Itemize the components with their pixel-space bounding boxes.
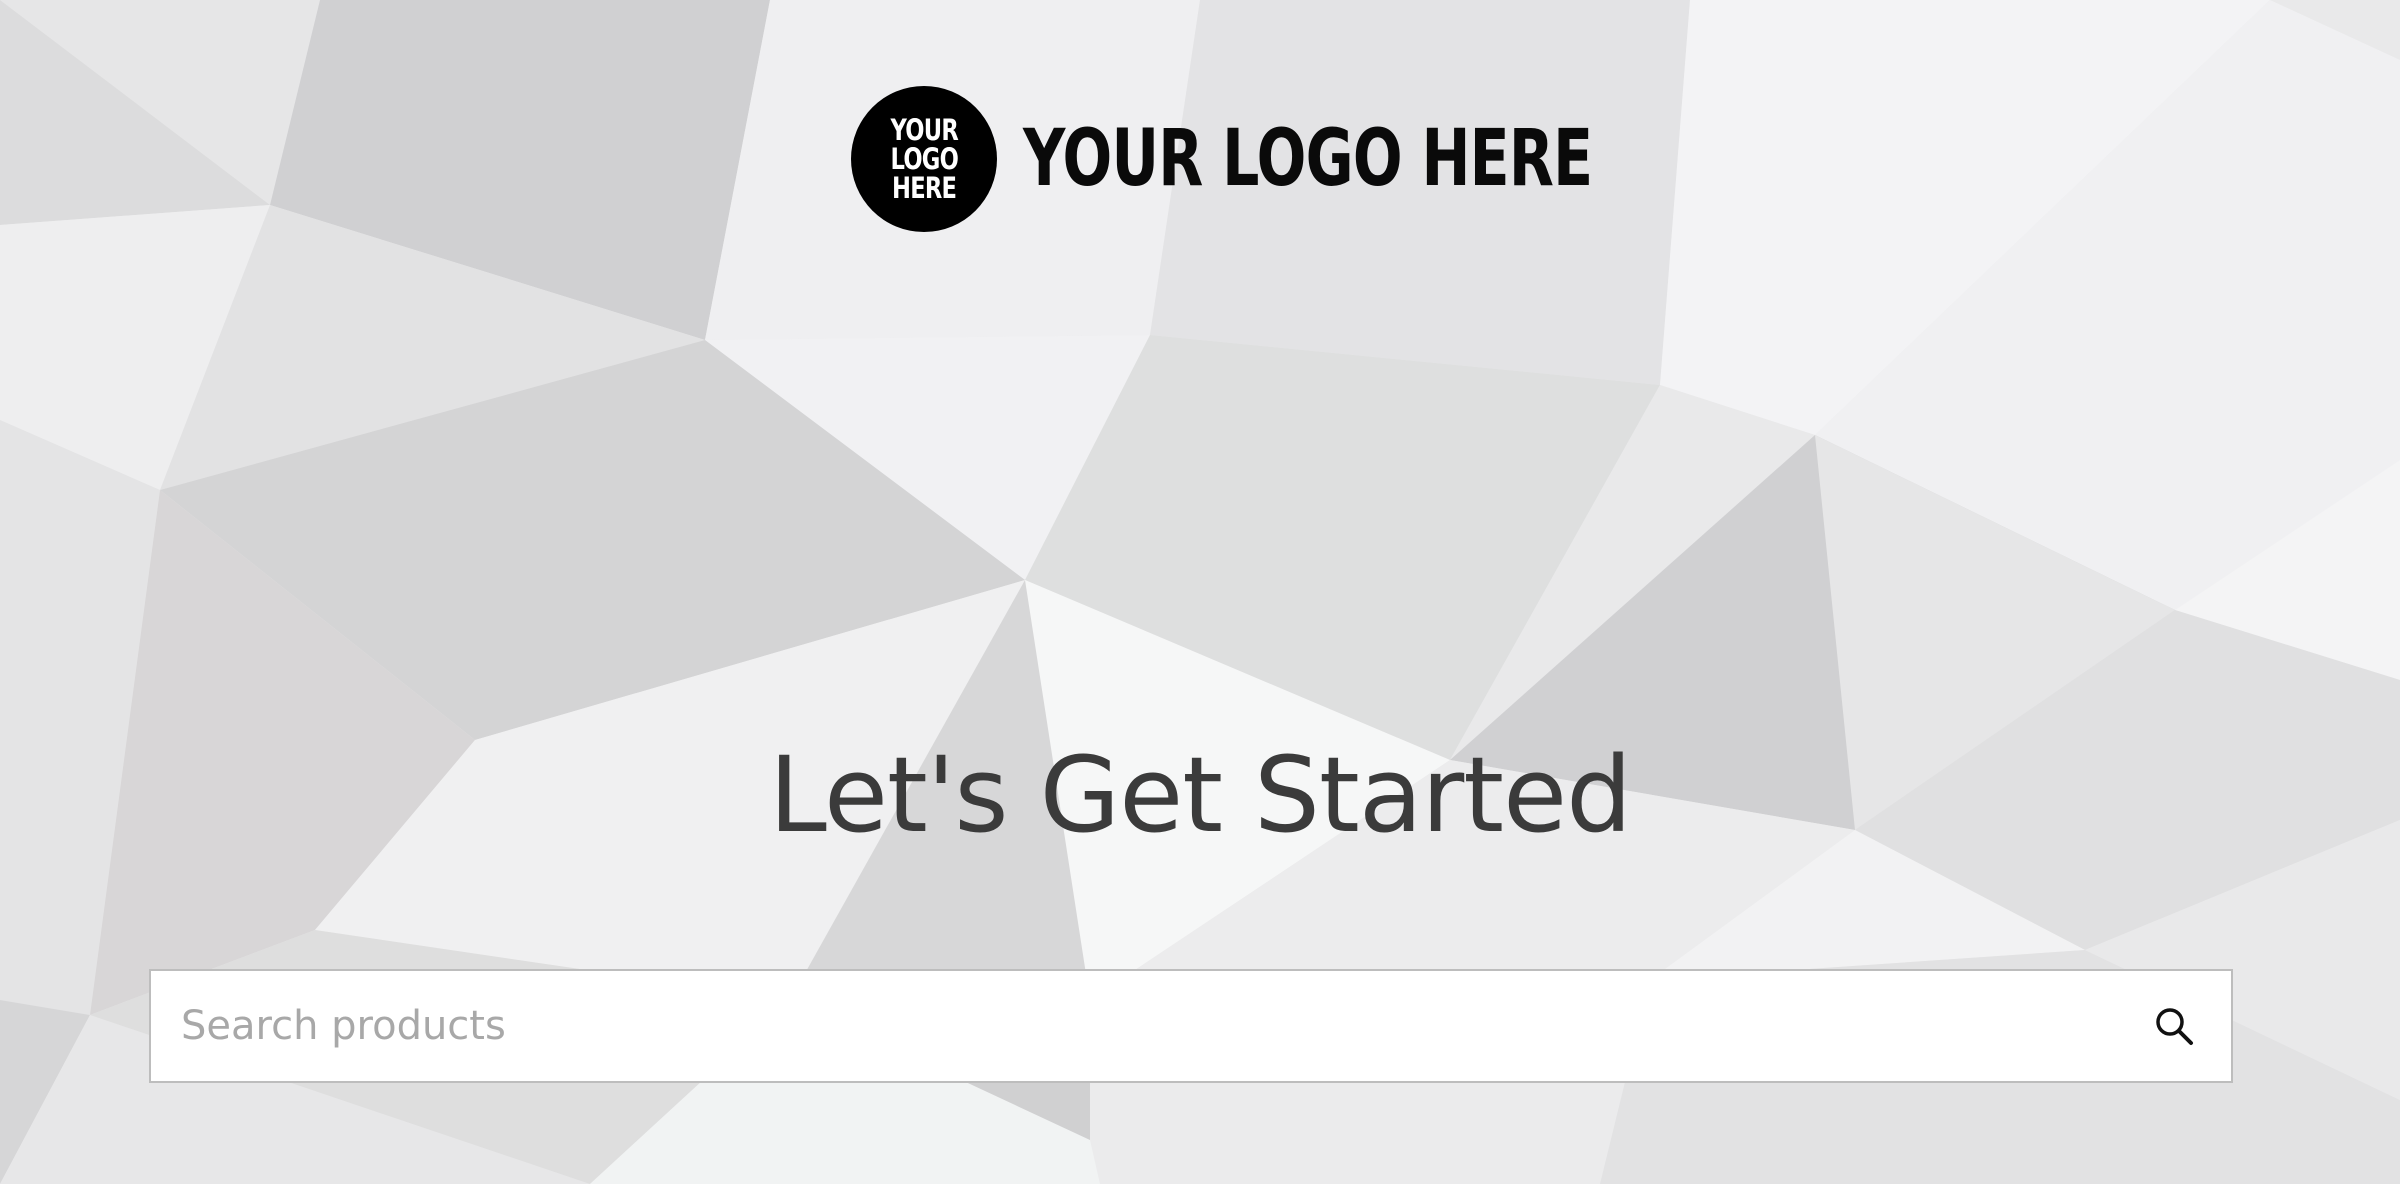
landing-page: YOUR LOGO HERE YOUR LOGO HERE Let's Get …: [0, 0, 2400, 1184]
brand-logo[interactable]: YOUR LOGO HERE YOUR LOGO HERE: [851, 86, 1782, 232]
search-icon: [2156, 1008, 2193, 1045]
search-bar: [149, 969, 2233, 1083]
logo-badge-line: HERE: [891, 170, 957, 205]
logo-badge: YOUR LOGO HERE: [851, 86, 997, 232]
search-input[interactable]: [151, 971, 2117, 1081]
logo-badge-line: YOUR: [890, 112, 958, 147]
page-title: Let's Get Started: [768, 734, 1632, 856]
logo-badge-line: LOGO: [890, 141, 958, 176]
search-button[interactable]: [2117, 971, 2231, 1081]
logo-wordmark: YOUR LOGO HERE: [1023, 114, 1593, 204]
